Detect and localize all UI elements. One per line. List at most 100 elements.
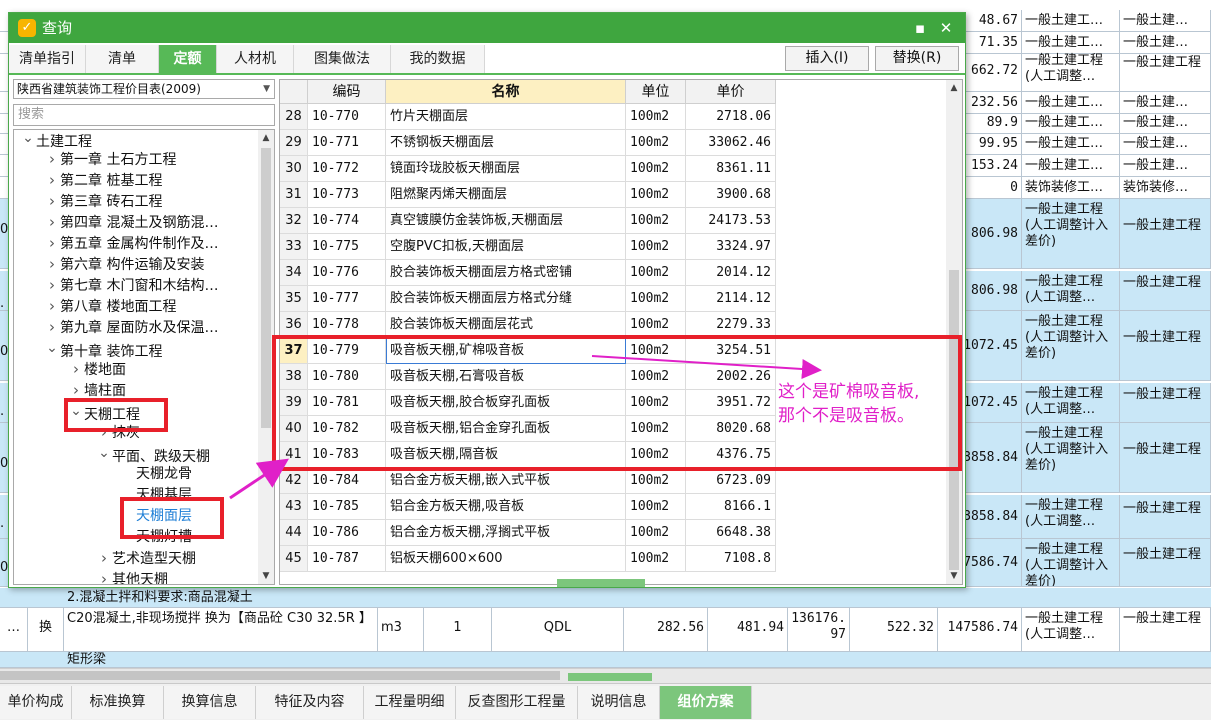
bottom-tab-1[interactable]: 标准换算: [72, 686, 164, 719]
bottom-tab-5[interactable]: 反查图形工程量: [456, 686, 578, 719]
table-row[interactable]: 45 10-787 铝板天棚600×600 100m2 7108.8: [280, 546, 946, 572]
table-row[interactable]: 44 10-786 铝合金方板天棚,浮搁式平板 100m2 6648.38: [280, 520, 946, 546]
sheet-category-2: 一般土建工程: [1120, 383, 1211, 422]
tree-node-label: 墙柱面: [84, 383, 126, 399]
tree-node[interactable]: ⌄ 平面、跌级天棚: [96, 443, 210, 465]
table-row[interactable]: 43 10-785 铝合金方板天棚,吸音板 100m2 8166.1: [280, 494, 946, 520]
collapse-caret-icon[interactable]: ›: [44, 212, 60, 233]
collapse-caret-icon[interactable]: ›: [96, 548, 112, 569]
tab-5[interactable]: 我的数据: [391, 45, 485, 73]
tree-scroll-thumb[interactable]: [261, 148, 271, 428]
price-header[interactable]: 单价: [686, 80, 776, 104]
cell-no: 43: [280, 494, 308, 520]
collapse-caret-icon[interactable]: ›: [44, 317, 60, 338]
unit-header[interactable]: 单位: [626, 80, 686, 104]
table-row[interactable]: 30 10-772 镜面玲珑胶板天棚面层 100m2 8361.11: [280, 156, 946, 182]
collapse-caret-icon[interactable]: ›: [44, 170, 60, 191]
tree-node[interactable]: ⌄ 土建工程: [20, 130, 92, 150]
sheet-hscroll-thumb[interactable]: [0, 671, 560, 680]
tree-node[interactable]: › 第一章 土石方工程: [44, 149, 176, 170]
scroll-down-icon[interactable]: ▼: [258, 568, 274, 584]
row-number-header[interactable]: [280, 80, 308, 104]
cell-price: 7108.8: [686, 546, 776, 572]
scroll-down-icon[interactable]: ▼: [946, 568, 962, 584]
sheet-splitter-handle[interactable]: [568, 673, 652, 681]
tree-node-label: 第一章 土石方工程: [60, 152, 177, 168]
sheet-cell-cat1: 一般土建工程(人工调整…: [1022, 608, 1120, 651]
table-row[interactable]: 34 10-776 胶合装饰板天棚面层方格式密铺 100m2 2014.12: [280, 260, 946, 286]
tree-node[interactable]: › 艺术造型天棚: [96, 548, 196, 569]
replace-button[interactable]: 替换(R): [875, 46, 959, 71]
tab-0[interactable]: 清单指引: [9, 45, 86, 73]
bottom-tab-6[interactable]: 说明信息: [578, 686, 660, 719]
dialog-titlebar[interactable]: ✓ 查询 ▪ ✕: [9, 13, 965, 43]
name-header[interactable]: 名称: [386, 80, 626, 104]
bottom-tab-3[interactable]: 特征及内容: [256, 686, 364, 719]
sheet-category-1: 一般土建工程(人工调整计入差价): [1022, 539, 1120, 586]
bottom-tab-7[interactable]: 组价方案: [660, 686, 752, 719]
search-input[interactable]: 搜索: [13, 104, 275, 126]
collapse-caret-icon[interactable]: ›: [44, 191, 60, 212]
expand-caret-icon[interactable]: ⌄: [96, 443, 112, 464]
bottom-tab-2[interactable]: 换算信息: [164, 686, 256, 719]
tree-node[interactable]: › 其他天棚: [96, 569, 168, 584]
collapse-caret-icon[interactable]: ›: [44, 254, 60, 275]
bottom-tab-0[interactable]: 单价构成: [0, 686, 72, 719]
cell-no: 45: [280, 546, 308, 572]
cell-name: 铝合金方板天棚,吸音板: [386, 494, 626, 520]
minimize-icon[interactable]: ▪: [907, 13, 933, 43]
collapse-caret-icon[interactable]: ›: [96, 569, 112, 584]
collapse-caret-icon[interactable]: ›: [44, 233, 60, 254]
cell-unit: 100m2: [626, 286, 686, 312]
insert-button[interactable]: 插入(I): [785, 46, 869, 71]
tab-3[interactable]: 人材机: [217, 45, 294, 73]
cell-name: 空腹PVC扣板,天棚面层: [386, 234, 626, 260]
sheet-category-1: 一般土建工程(人工调整…: [1022, 50, 1120, 91]
tab-4[interactable]: 图集做法: [294, 45, 391, 73]
sheet-left-mark: .: [0, 516, 5, 531]
scroll-up-icon[interactable]: ▲: [258, 130, 274, 146]
tree-node[interactable]: ⌄ 第十章 装饰工程: [44, 338, 162, 360]
code-header[interactable]: 编码: [308, 80, 386, 104]
expand-caret-icon[interactable]: ⌄: [20, 130, 36, 149]
grid-scrollbar[interactable]: ▲ ▼: [946, 80, 962, 584]
tree-node[interactable]: › 楼地面: [68, 359, 126, 380]
tree-node[interactable]: › 第七章 木门窗和木结构…: [44, 275, 218, 296]
collapse-caret-icon[interactable]: ›: [44, 275, 60, 296]
tree-node[interactable]: › 第五章 金属构件制作及…: [44, 233, 218, 254]
sheet-next-row[interactable]: 矩形梁: [0, 652, 1211, 668]
tree-node[interactable]: › 第八章 楼地面工程: [44, 296, 176, 317]
sheet-category-2: 一般土建工程: [1120, 199, 1211, 268]
table-row[interactable]: 33 10-775 空腹PVC扣板,天棚面层 100m2 3324.97: [280, 234, 946, 260]
scroll-up-icon[interactable]: ▲: [946, 80, 962, 96]
collapse-caret-icon[interactable]: ›: [44, 149, 60, 170]
table-row[interactable]: 28 10-770 竹片天棚面层 100m2 2718.06: [280, 104, 946, 130]
tree-node-label: 艺术造型天棚: [112, 551, 196, 567]
cell-code: 10-776: [308, 260, 386, 286]
tree-node[interactable]: › 第三章 砖石工程: [44, 191, 162, 212]
bottom-tab-bar: 单价构成 标准换算 换算信息 特征及内容 工程量明细 反查图形工程量 说明信息 组价方案: [0, 683, 1211, 720]
table-row[interactable]: 32 10-774 真空镀膜仿金装饰板,天棚面层 100m2 24173.53: [280, 208, 946, 234]
close-icon[interactable]: ✕: [933, 13, 959, 43]
tab-2[interactable]: 定额: [159, 45, 217, 73]
tree-node[interactable]: › 第六章 构件运输及安装: [44, 254, 204, 275]
table-row[interactable]: 31 10-773 阻燃聚丙烯天棚面层 100m2 3900.68: [280, 182, 946, 208]
library-select[interactable]: 陕西省建筑装饰工程价目表(2009) ▼: [13, 79, 275, 99]
collapse-caret-icon[interactable]: ›: [68, 359, 84, 380]
tree-node-label: 楼地面: [84, 362, 126, 378]
sheet-requirement-text: 2.混凝土拌和料要求:商品混凝土: [67, 590, 253, 605]
expand-caret-icon[interactable]: ⌄: [44, 338, 60, 359]
sheet-requirement-row[interactable]: 2.混凝土拌和料要求:商品混凝土: [0, 588, 1211, 608]
tree-node[interactable]: › 第九章 屋面防水及保温…: [44, 317, 218, 338]
table-row[interactable]: 29 10-771 不锈钢板天棚面层 100m2 33062.46: [280, 130, 946, 156]
collapse-caret-icon[interactable]: ›: [44, 296, 60, 317]
tree-node[interactable]: › 第二章 桩基工程: [44, 170, 162, 191]
splitter-handle[interactable]: [557, 579, 645, 587]
tab-1[interactable]: 清单: [86, 45, 159, 73]
tree-node[interactable]: › 第四章 混凝土及钢筋混…: [44, 212, 218, 233]
bottom-tab-4[interactable]: 工程量明细: [364, 686, 456, 719]
table-row[interactable]: 42 10-784 铝合金方板天棚,嵌入式平板 100m2 6723.09: [280, 468, 946, 494]
table-row[interactable]: 35 10-777 胶合装饰板天棚面层方格式分缝 100m2 2114.12: [280, 286, 946, 312]
tree-node[interactable]: 天棚龙骨: [120, 464, 192, 485]
sheet-main-row[interactable]: … 换 C20混凝土,非现场搅拌 换为【商品砼 C30 32.5R 】 m3 1 QDL 2…: [0, 608, 1211, 652]
